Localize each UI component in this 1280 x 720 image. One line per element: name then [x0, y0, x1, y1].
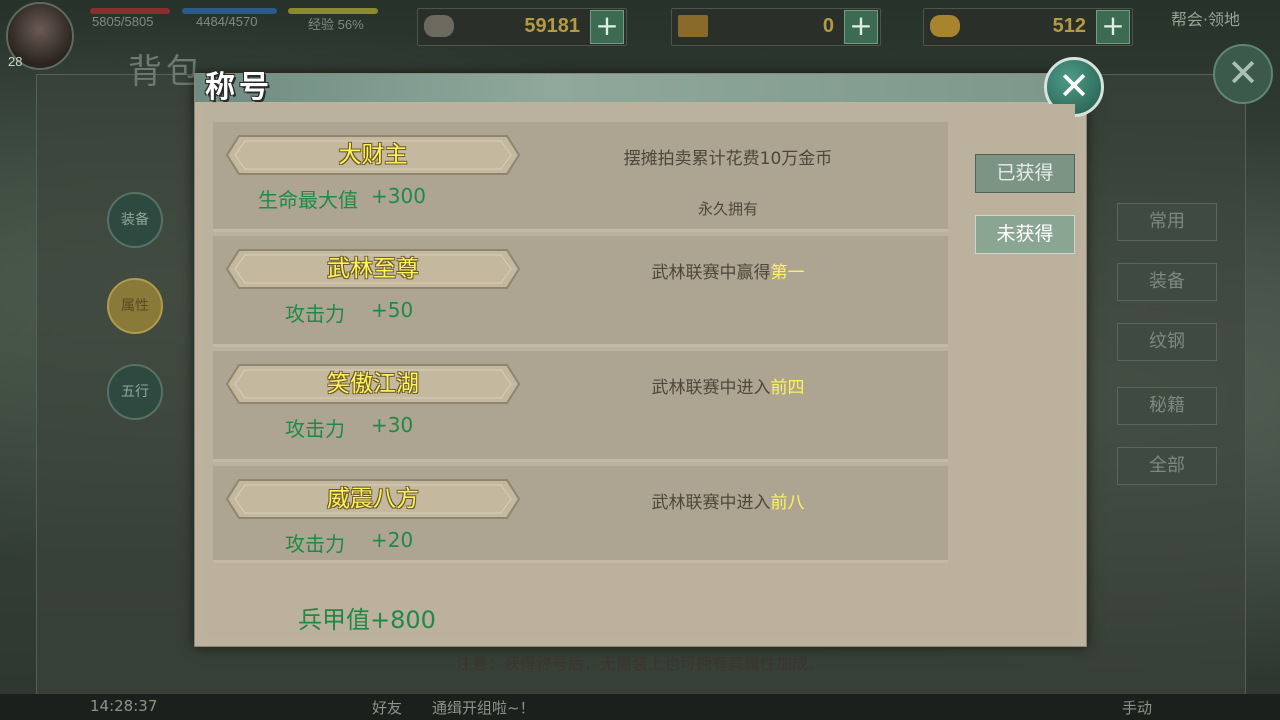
bag-title: 背包	[128, 52, 204, 92]
silver-ingot-icon	[424, 15, 454, 37]
guild-territory-link[interactable]: 帮会·领地	[1171, 6, 1240, 30]
title-name-plate: 威震八方	[225, 478, 521, 520]
condition-highlight: 前八	[770, 493, 805, 513]
hp-text: 5805/5805	[92, 14, 154, 29]
bag-tab-equip[interactable]: 装备	[1117, 263, 1217, 301]
bag-tab-common[interactable]: 常用	[1117, 203, 1217, 241]
dialog-header	[195, 74, 1086, 102]
title-attr-value: +30	[371, 413, 414, 437]
orb-attr-button[interactable]: 属性	[107, 278, 163, 334]
filter-owned-button[interactable]: 已获得	[975, 154, 1075, 193]
title-condition: 摆摊拍卖累计花费10万金币	[513, 144, 943, 169]
title-attr-name: 攻击力	[285, 417, 345, 441]
title-attr-name: 生命最大值	[258, 188, 358, 212]
orb-five-elements-button[interactable]: 五行	[107, 364, 163, 420]
dialog-title: 称号	[205, 70, 273, 105]
condition-text: 武林联赛中进入	[651, 493, 771, 513]
title-name: 笑傲江湖	[327, 371, 419, 397]
title-name-plate: 大财主	[225, 134, 521, 176]
gold-currency: 512 +	[923, 8, 1133, 46]
ticket-icon	[678, 15, 708, 37]
title-attr-value: +20	[371, 528, 414, 552]
friends-button[interactable]: 好友	[372, 697, 402, 718]
title-name-plate: 笑傲江湖	[225, 363, 521, 405]
silver-amount: 59181	[524, 15, 580, 37]
add-gold-button[interactable]: +	[1096, 10, 1130, 44]
title-attr-value: +50	[371, 298, 414, 322]
title-name: 大财主	[338, 142, 408, 168]
add-silver-button[interactable]: +	[590, 10, 624, 44]
total-armor-value: 兵甲值+800	[298, 606, 436, 634]
silver-currency: 59181 +	[417, 8, 627, 46]
title-name: 威震八方	[327, 486, 419, 512]
title-name: 武林至尊	[327, 256, 419, 282]
condition-text: 武林联赛中赢得	[651, 263, 771, 283]
title-condition: 武林联赛中赢得第一	[513, 258, 943, 283]
title-condition: 武林联赛中进入前四	[513, 373, 943, 398]
ticket-amount: 0	[822, 15, 834, 37]
title-name-plate: 武林至尊	[225, 248, 521, 290]
player-level: 28	[8, 54, 23, 69]
dialog-body: 大财主 生命最大值 +300 摆摊拍卖累计花费10万金币 永久拥有 武林至尊 攻…	[205, 104, 1075, 673]
condition-highlight: 第一	[770, 263, 805, 283]
title-dialog: 称号 ✕ 大财主 生命最大值 +300 摆摊拍卖累计花费10万金币 永久拥有 武…	[194, 57, 1104, 673]
bag-tab-steel[interactable]: 纹钢	[1117, 323, 1217, 361]
bottom-status-bar: 14:28:37 好友 通缉开组啦~！ 手动	[0, 694, 1280, 720]
dialog-note: 注意：获得称号后，无需装上也可拥有其属性加成。	[455, 654, 824, 673]
ticket-currency: 0 +	[671, 8, 881, 46]
title-row[interactable]: 威震八方 攻击力 +20 武林联赛中进入前八	[213, 466, 948, 563]
bag-tab-manual[interactable]: 秘籍	[1117, 387, 1217, 425]
filter-not-owned-button[interactable]: 未获得	[975, 215, 1075, 254]
title-duration: 永久拥有	[697, 200, 758, 218]
orb-equip-button[interactable]: 装备	[107, 192, 163, 248]
bag-tab-all[interactable]: 全部	[1117, 447, 1217, 485]
condition-highlight: 前四	[770, 378, 805, 398]
clock-text: 14:28:37	[90, 697, 158, 715]
gold-ingot-icon	[930, 15, 960, 37]
title-row[interactable]: 笑傲江湖 攻击力 +30 武林联赛中进入前四	[213, 351, 948, 462]
exp-text: 经验 56%	[308, 17, 364, 32]
condition-text: 武林联赛中进入	[651, 378, 771, 398]
add-ticket-button[interactable]: +	[844, 10, 878, 44]
title-attr-name: 攻击力	[285, 302, 345, 326]
bag-close-button[interactable]: ✕	[1213, 44, 1273, 104]
manual-mode-toggle[interactable]: 手动	[1122, 697, 1152, 718]
title-row[interactable]: 武林至尊 攻击力 +50 武林联赛中赢得第一	[213, 236, 948, 347]
title-attr-name: 攻击力	[285, 532, 345, 556]
gold-amount: 512	[1052, 15, 1086, 37]
chat-message: 通缉开组啦~！	[432, 699, 535, 717]
title-row[interactable]: 大财主 生命最大值 +300 摆摊拍卖累计花费10万金币 永久拥有	[213, 122, 948, 232]
mp-text: 4484/4570	[196, 14, 258, 29]
title-attr-value: +300	[371, 184, 426, 208]
condition-text: 摆摊拍卖累计花费10万金币	[623, 149, 833, 169]
title-condition: 武林联赛中进入前八	[513, 488, 943, 513]
